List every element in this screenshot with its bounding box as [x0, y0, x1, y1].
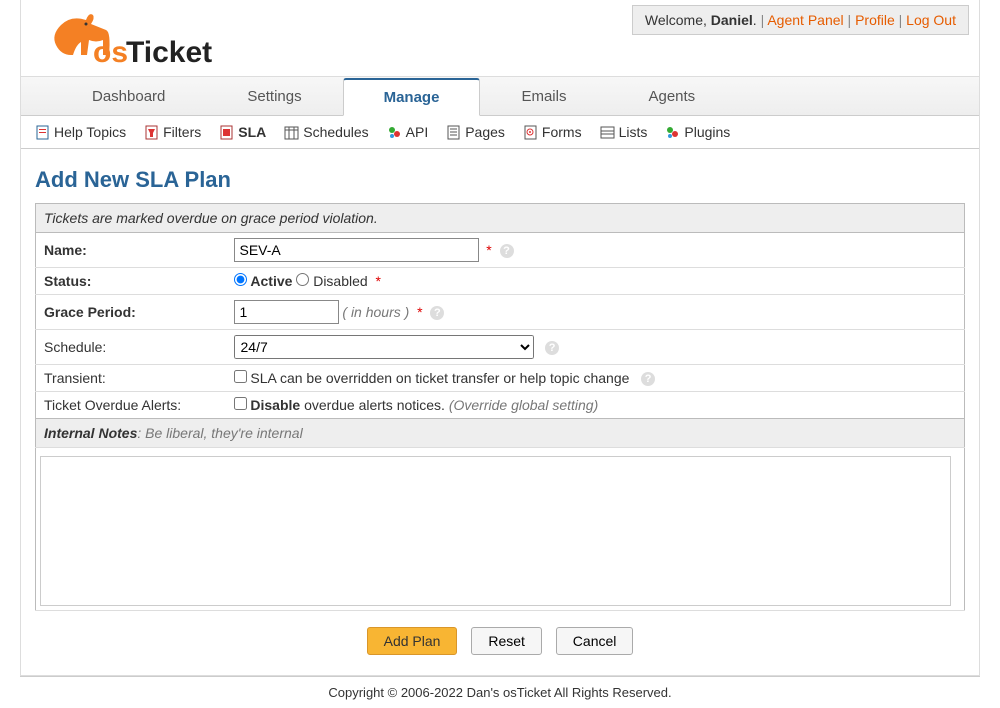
app-frame: os Ticket Welcome, Daniel. | Agent Panel…	[20, 0, 980, 676]
nav-api[interactable]: API	[387, 124, 429, 140]
status-disabled-radio[interactable]	[296, 273, 309, 286]
status-active-radio[interactable]	[234, 273, 247, 286]
transient-label: Transient:	[36, 365, 226, 392]
sub-nav: Help Topics Filters SLA Schedules API Pa…	[21, 116, 979, 149]
help-icon[interactable]: ?	[500, 244, 514, 258]
nav-schedules[interactable]: Schedules	[284, 124, 368, 140]
filter-icon	[144, 125, 159, 140]
overdue-checkbox[interactable]	[234, 397, 247, 410]
name-label: Name:	[36, 233, 226, 268]
transient-checkbox[interactable]	[234, 370, 247, 383]
footer-text: Copyright © 2006-2022 Dan's osTicket All…	[20, 676, 980, 708]
status-label: Status:	[36, 268, 226, 295]
svg-text:os: os	[93, 36, 128, 69]
notes-label: Internal Notes	[44, 425, 137, 441]
tab-agents[interactable]: Agents	[607, 78, 736, 116]
logout-link[interactable]: Log Out	[906, 12, 956, 28]
notes-body-row	[36, 448, 965, 611]
content-area: Add New SLA Plan Tickets are marked over…	[21, 149, 979, 675]
svg-text:Ticket: Ticket	[126, 36, 212, 69]
notes-header-row: Internal Notes: Be liberal, they're inte…	[36, 419, 965, 448]
schedule-label: Schedule:	[36, 330, 226, 365]
transient-row: Transient: SLA can be overridden on tick…	[36, 365, 965, 392]
header-row: os Ticket Welcome, Daniel. | Agent Panel…	[21, 0, 979, 72]
nav-help-topics[interactable]: Help Topics	[35, 124, 126, 140]
sla-form-table: Tickets are marked overdue on grace peri…	[35, 203, 965, 611]
agent-panel-link[interactable]: Agent Panel	[767, 12, 843, 28]
overdue-option[interactable]: Disable overdue alerts notices. (Overrid…	[234, 397, 599, 413]
reset-button[interactable]: Reset	[471, 627, 542, 655]
plugins-icon	[665, 125, 680, 140]
help-icon[interactable]: ?	[430, 306, 444, 320]
cancel-button[interactable]: Cancel	[556, 627, 634, 655]
tab-settings[interactable]: Settings	[206, 78, 342, 116]
required-marker: *	[375, 273, 380, 289]
profile-link[interactable]: Profile	[855, 12, 895, 28]
internal-notes-textarea[interactable]	[40, 456, 951, 606]
overdue-label: Ticket Overdue Alerts:	[36, 392, 226, 419]
name-row: Name: * ?	[36, 233, 965, 268]
schedule-select[interactable]: 24/7	[234, 335, 534, 359]
grace-input[interactable]	[234, 300, 339, 324]
welcome-text: Welcome,	[645, 12, 711, 28]
lists-icon	[600, 125, 615, 140]
forms-icon	[523, 125, 538, 140]
nav-forms[interactable]: Forms	[523, 124, 582, 140]
nav-pages[interactable]: Pages	[446, 124, 505, 140]
add-plan-button[interactable]: Add Plan	[367, 627, 458, 655]
status-active-option[interactable]: Active	[234, 273, 293, 289]
overdue-row: Ticket Overdue Alerts: Disable overdue a…	[36, 392, 965, 419]
help-icon[interactable]: ?	[545, 341, 559, 355]
logo: os Ticket	[31, 5, 231, 72]
grace-row: Grace Period: ( in hours ) * ?	[36, 295, 965, 330]
instruction-text: Tickets are marked overdue on grace peri…	[36, 204, 965, 233]
nav-filters[interactable]: Filters	[144, 124, 201, 140]
pages-icon	[446, 125, 461, 140]
transient-option[interactable]: SLA can be overridden on ticket transfer…	[234, 370, 630, 386]
document-icon	[35, 125, 50, 140]
button-row: Add Plan Reset Cancel	[35, 611, 965, 655]
tab-emails[interactable]: Emails	[480, 78, 607, 116]
nav-lists[interactable]: Lists	[600, 124, 648, 140]
user-bar: Welcome, Daniel. | Agent Panel | Profile…	[632, 5, 969, 35]
help-icon[interactable]: ?	[641, 372, 655, 386]
grace-label: Grace Period:	[36, 295, 226, 330]
tab-dashboard[interactable]: Dashboard	[51, 78, 206, 116]
required-marker: *	[417, 304, 422, 320]
sla-icon	[219, 125, 234, 140]
name-input[interactable]	[234, 238, 479, 262]
tab-manage[interactable]: Manage	[343, 78, 481, 116]
api-icon	[387, 125, 402, 140]
nav-plugins[interactable]: Plugins	[665, 124, 730, 140]
schedule-row: Schedule: 24/7 ?	[36, 330, 965, 365]
user-name: Daniel	[711, 12, 753, 28]
main-tabs: Dashboard Settings Manage Emails Agents	[21, 76, 979, 116]
instruction-row: Tickets are marked overdue on grace peri…	[36, 204, 965, 233]
page-title: Add New SLA Plan	[35, 167, 965, 193]
schedule-icon	[284, 125, 299, 140]
required-marker: *	[486, 242, 491, 258]
status-disabled-option[interactable]: Disabled	[296, 273, 367, 289]
status-row: Status: Active Disabled *	[36, 268, 965, 295]
grace-hint: ( in hours )	[342, 304, 409, 320]
nav-sla[interactable]: SLA	[219, 124, 266, 140]
